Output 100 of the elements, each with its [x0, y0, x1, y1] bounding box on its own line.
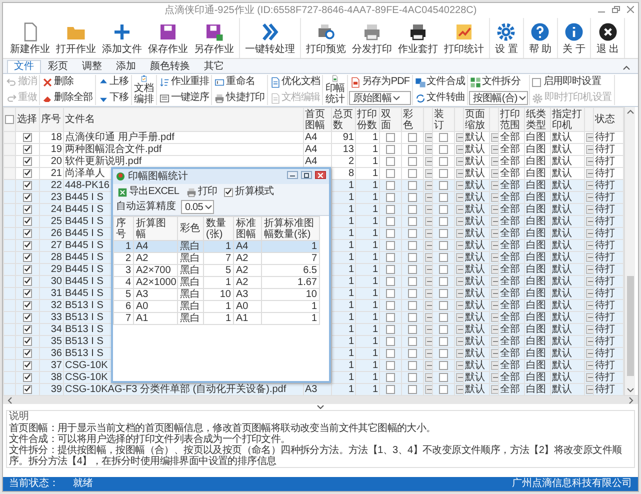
checkbox[interactable]: [386, 372, 395, 382]
table-row[interactable]: 6 A0 黑白 1 A0 1: [114, 300, 320, 312]
column-header[interactable]: 数量(张): [204, 216, 234, 240]
checkbox[interactable]: [408, 372, 417, 382]
checkbox[interactable]: [408, 276, 417, 286]
table-row[interactable]: 7 A1 黑白 1 A1 1: [114, 312, 320, 324]
column-header[interactable]: 序号: [40, 108, 64, 132]
checkbox[interactable]: [23, 240, 32, 250]
checkbox[interactable]: [23, 252, 32, 262]
checkbox[interactable]: [439, 372, 448, 382]
checkbox[interactable]: [23, 216, 32, 226]
column-header[interactable]: 打印范围: [498, 108, 524, 132]
checkbox[interactable]: [23, 384, 32, 394]
checkbox[interactable]: [386, 132, 395, 142]
checkbox[interactable]: [408, 348, 417, 358]
column-header[interactable]: 纸类类型: [524, 108, 550, 132]
toolbar-button[interactable]: 打印预览: [303, 18, 349, 58]
ribbon-tab[interactable]: 彩页: [41, 60, 75, 73]
dropdown[interactable]: 按图幅(合): [469, 91, 528, 105]
checkbox[interactable]: [439, 168, 448, 178]
ribbon-button[interactable]: 印幅统计: [324, 75, 346, 105]
checkbox[interactable]: [439, 240, 448, 250]
checkbox[interactable]: [439, 144, 448, 154]
checkbox[interactable]: [439, 348, 448, 358]
checkbox[interactable]: [439, 360, 448, 370]
column-header[interactable]: 文件名: [64, 108, 304, 132]
table-row[interactable]: 18 点滴侠印通 用户手册.pdf A4 91 1 默认 全部 白图 默认 待打: [4, 132, 624, 144]
checkbox[interactable]: [386, 360, 395, 370]
checkbox[interactable]: [386, 168, 395, 178]
checkbox[interactable]: [386, 180, 395, 190]
checkbox[interactable]: [23, 276, 32, 286]
checkbox[interactable]: [23, 360, 32, 370]
checkbox[interactable]: [439, 156, 448, 166]
checkbox[interactable]: [23, 288, 32, 298]
checkbox[interactable]: [439, 132, 448, 142]
table-row[interactable]: 5 A3 黑白 10 A3 10: [114, 288, 320, 300]
checkbox[interactable]: [439, 192, 448, 202]
maximize-button[interactable]: [301, 171, 312, 179]
checkbox[interactable]: [23, 144, 32, 154]
toolbar-button[interactable]: 添加文件: [99, 18, 145, 58]
scrollbar-thumb[interactable]: [626, 276, 634, 376]
toolbar-button[interactable]: 帮 助: [526, 18, 555, 58]
column-header[interactable]: 彩色: [402, 108, 424, 132]
checkbox[interactable]: [408, 336, 417, 346]
checkbox[interactable]: [408, 156, 417, 166]
ribbon-button[interactable]: 删除全部: [41, 91, 94, 105]
ribbon-button[interactable]: 另存为PDF: [349, 75, 411, 89]
toolbar-button[interactable]: 作业套打: [395, 18, 441, 58]
checkbox[interactable]: [23, 324, 32, 334]
column-header[interactable]: 选择: [16, 108, 40, 132]
checkbox[interactable]: [23, 264, 32, 274]
table-row[interactable]: 39 CSG-10KAG-F3 分类件单部 (自动化开关设备).pdf A3 1 1 默认 全部 白图 默认 待打: [4, 384, 624, 396]
column-header[interactable]: 首页图幅: [304, 108, 332, 132]
checkbox[interactable]: [386, 336, 395, 346]
column-header[interactable]: 指定打印机: [550, 108, 584, 132]
column-header[interactable]: 折算标准图幅数量(张): [262, 216, 320, 240]
checkbox[interactable]: [439, 180, 448, 190]
checkbox[interactable]: [23, 156, 32, 166]
checkbox[interactable]: [224, 188, 234, 196]
checkbox[interactable]: [386, 312, 395, 322]
checkbox[interactable]: [386, 324, 395, 334]
checkbox[interactable]: [23, 336, 32, 346]
ribbon-tab[interactable]: 添加: [109, 60, 143, 73]
checkbox[interactable]: [439, 216, 448, 226]
checkbox[interactable]: [23, 228, 32, 238]
toolbar-button[interactable]: 打开作业: [53, 18, 99, 58]
checkbox[interactable]: [386, 204, 395, 214]
ribbon-button[interactable]: 快捷打印: [213, 91, 266, 105]
checkbox[interactable]: [408, 264, 417, 274]
toolbar-button[interactable]: 关 于: [560, 18, 588, 58]
column-header[interactable]: 标准图幅: [234, 216, 262, 240]
ribbon-button[interactable]: 重命名: [213, 75, 266, 89]
checkbox[interactable]: [408, 168, 417, 178]
column-header[interactable]: 总页数: [332, 108, 356, 132]
column-header[interactable]: 折算图幅: [134, 216, 178, 240]
checkbox[interactable]: [23, 132, 32, 142]
checkbox[interactable]: [439, 324, 448, 334]
checkbox[interactable]: [386, 276, 395, 286]
toolbar-button[interactable]: 打印统计: [441, 18, 487, 58]
checkbox[interactable]: [408, 288, 417, 298]
scrollbar[interactable]: [624, 107, 635, 395]
toolbar-button[interactable]: 保存作业: [145, 18, 191, 58]
checkbox[interactable]: [439, 312, 448, 322]
checkbox[interactable]: [439, 264, 448, 274]
checkbox[interactable]: [386, 240, 395, 250]
select-all-checkbox[interactable]: [5, 114, 14, 124]
checkbox[interactable]: [23, 204, 32, 214]
toolbar-button[interactable]: 分发打印: [349, 18, 395, 58]
checkbox[interactable]: [408, 312, 417, 322]
checkbox[interactable]: [408, 216, 417, 226]
checkbox[interactable]: [439, 288, 448, 298]
ribbon-button[interactable]: 文件合成: [414, 75, 466, 89]
checkbox[interactable]: [386, 384, 395, 394]
toolbar-button[interactable]: 另存作业: [191, 18, 237, 58]
checkbox[interactable]: [386, 228, 395, 238]
checkbox[interactable]: [386, 156, 395, 166]
checkbox[interactable]: [532, 78, 542, 86]
toolbar-button[interactable]: 退 出: [593, 18, 622, 58]
ribbon-button[interactable]: 一键逆序: [158, 91, 210, 105]
ribbon-button[interactable]: 删除: [41, 75, 94, 89]
